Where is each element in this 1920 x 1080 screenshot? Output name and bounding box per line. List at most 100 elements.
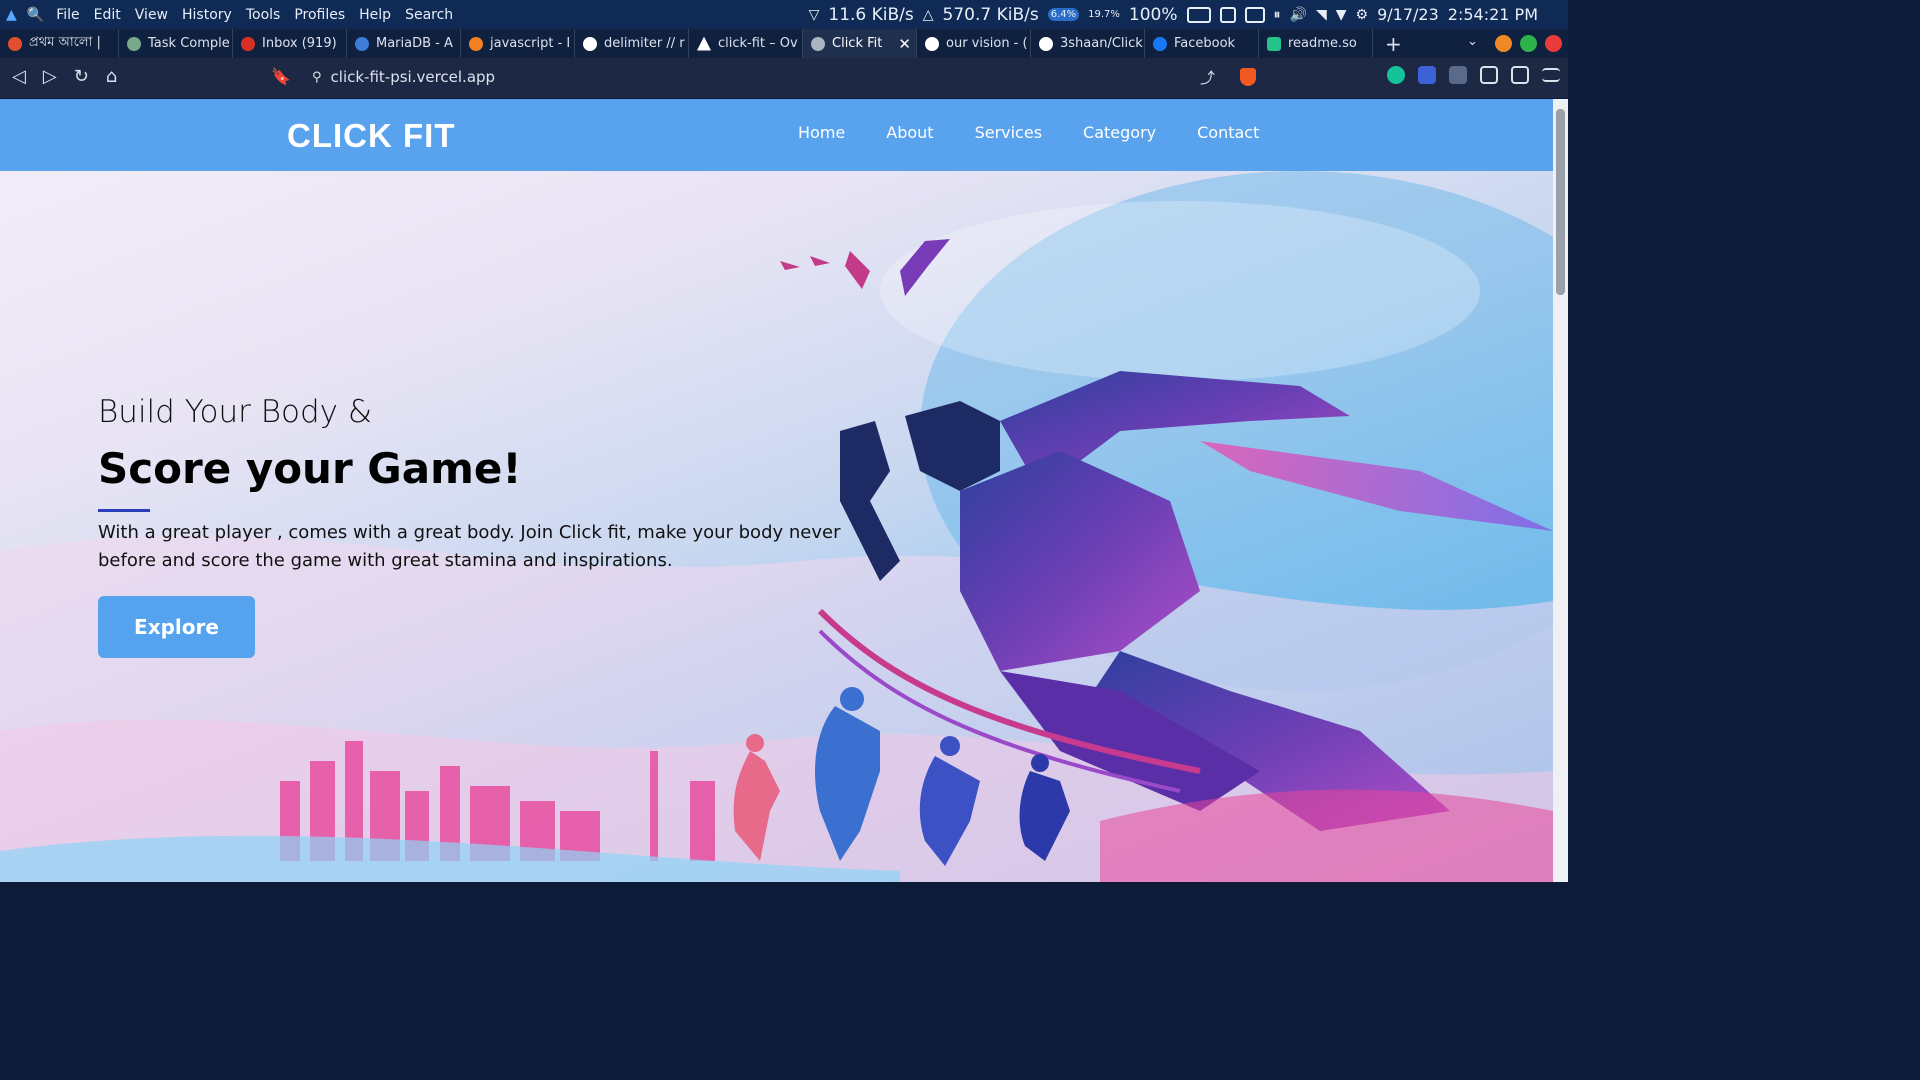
- app-launcher-icon[interactable]: ▲: [6, 7, 17, 23]
- site-navbar: CLICK FIT Home About Services Category C…: [0, 99, 1553, 171]
- window-close-button[interactable]: [1545, 35, 1562, 52]
- hero-paragraph: With a great player , comes with a great…: [98, 522, 841, 571]
- web-page: CLICK FIT Home About Services Category C…: [0, 99, 1553, 882]
- nav-about[interactable]: About: [886, 123, 933, 142]
- tab-github[interactable]: 3shaan/Click: [1031, 29, 1145, 58]
- menu-history[interactable]: History: [182, 7, 232, 23]
- browser-toolbar: ◁ ▷ ↻ ⌂ 🔖 ⚲ click-fit-psi.vercel.app ⤴: [0, 58, 1568, 98]
- new-tab-icon[interactable]: +: [1385, 32, 1402, 56]
- menu-help[interactable]: Help: [359, 7, 391, 23]
- search-icon[interactable]: 🔍: [27, 7, 44, 23]
- menu-search[interactable]: Search: [405, 7, 453, 23]
- address-bar[interactable]: ⚲ click-fit-psi.vercel.app: [312, 68, 495, 86]
- tab-chatgpt[interactable]: Task Comple: [119, 29, 233, 58]
- keyboard-icon[interactable]: [1244, 6, 1265, 23]
- site-settings-icon[interactable]: ⚲: [312, 70, 322, 85]
- stackoverflow-icon: [469, 36, 483, 51]
- mariadb-icon: [355, 36, 369, 51]
- menu-view[interactable]: View: [135, 7, 168, 23]
- google-icon: [583, 36, 597, 51]
- date: 9/17/23: [1377, 5, 1439, 24]
- tab-google-delimiter[interactable]: delimiter // r: [575, 29, 689, 58]
- site-nav-links: Home About Services Category Contact: [798, 123, 1259, 142]
- tab-vercel[interactable]: click-fit – Ov: [689, 29, 803, 58]
- forward-icon[interactable]: ▷: [43, 66, 57, 87]
- net-up-speed: 570.7 KiB/s: [942, 4, 1039, 25]
- gmail-icon: [241, 36, 255, 51]
- back-icon[interactable]: ◁: [12, 66, 26, 87]
- tab-gmail[interactable]: Inbox (919): [233, 29, 347, 58]
- menu-tools[interactable]: Tools: [246, 7, 281, 23]
- shield-ext-icon[interactable]: [1418, 66, 1436, 84]
- home-icon[interactable]: ⌂: [106, 66, 117, 87]
- puzzle-icon[interactable]: [1480, 66, 1498, 84]
- spy-ext-icon[interactable]: [1449, 66, 1467, 84]
- site-logo[interactable]: CLICK FIT: [287, 117, 455, 155]
- tab-title: delimiter // r: [604, 36, 685, 51]
- nav-contact[interactable]: Contact: [1197, 123, 1259, 142]
- brave-shield-icon[interactable]: [1240, 68, 1256, 86]
- hamburger-menu-icon[interactable]: [1542, 68, 1560, 82]
- tab-stackoverflow[interactable]: javascript - I: [461, 29, 575, 58]
- bookmark-icon[interactable]: 🔖: [271, 67, 291, 86]
- battery-level: 100%: [1128, 4, 1178, 25]
- nav-category[interactable]: Category: [1083, 123, 1156, 142]
- globe-icon: [811, 36, 825, 51]
- heading-underline: [98, 509, 150, 512]
- pause-icon[interactable]: ⏸: [1274, 7, 1281, 23]
- app-menu-bar: ▲ 🔍 File Edit View History Tools Profile…: [0, 0, 467, 29]
- share-icon[interactable]: ⤴: [1200, 67, 1215, 88]
- nav-buttons: ◁ ▷ ↻ ⌂: [12, 66, 117, 87]
- google-icon: [925, 36, 939, 51]
- news-icon: [8, 36, 22, 51]
- tab-list-chevron-icon[interactable]: ⌄: [1467, 34, 1478, 49]
- wifi-icon[interactable]: ◥: [1316, 7, 1327, 23]
- chatgpt-icon: [127, 36, 141, 51]
- menu-file[interactable]: File: [56, 7, 79, 23]
- volume-icon[interactable]: 🔊: [1290, 7, 1307, 23]
- tab-prothomalo[interactable]: প্রথম আলো |: [0, 29, 119, 58]
- tab-title: প্রথম আলো |: [29, 35, 101, 50]
- tab-readme[interactable]: readme.so: [1259, 29, 1373, 58]
- chevron-down-icon[interactable]: ▼: [1336, 7, 1347, 23]
- hero-heading-line1: Build Your Body &: [98, 394, 373, 430]
- url-text[interactable]: click-fit-psi.vercel.app: [331, 68, 496, 86]
- hero-heading-line2: Score your Game!: [98, 444, 522, 493]
- nav-home[interactable]: Home: [798, 123, 845, 142]
- readme-icon: [1267, 36, 1281, 51]
- vercel-icon: [697, 36, 711, 51]
- mem-usage: 19.7%: [1088, 9, 1120, 20]
- clipboard-icon[interactable]: [1219, 6, 1236, 23]
- grammarly-icon[interactable]: [1387, 66, 1405, 84]
- tab-title: Inbox (919): [262, 36, 337, 51]
- scrollbar-thumb[interactable]: [1556, 109, 1565, 295]
- menu-profiles[interactable]: Profiles: [294, 7, 345, 23]
- hero-section: Build Your Body & Score your Game! With …: [0, 171, 1553, 882]
- nav-services[interactable]: Services: [975, 123, 1042, 142]
- tab-google-vision[interactable]: our vision - (: [917, 29, 1031, 58]
- net-down-speed: 11.6 KiB/s: [828, 4, 914, 25]
- page-scrollbar[interactable]: [1553, 99, 1568, 882]
- close-icon[interactable]: ✕: [898, 35, 911, 53]
- download-arrow-icon: ▽: [808, 6, 820, 23]
- tab-title: click-fit – Ov: [718, 36, 798, 51]
- tab-title: 3shaan/Click: [1060, 36, 1143, 51]
- menu-edit[interactable]: Edit: [94, 7, 121, 23]
- tab-title: MariaDB - A: [376, 36, 453, 51]
- battery-icon[interactable]: [1186, 6, 1211, 23]
- tab-title: javascript - I: [490, 36, 571, 51]
- time: 2:54:21 PM: [1447, 5, 1538, 24]
- gear-icon[interactable]: ⚙: [1356, 7, 1369, 23]
- sidebar-icon[interactable]: [1511, 66, 1529, 84]
- system-top-bar: ▲ 🔍 File Edit View History Tools Profile…: [0, 0, 1568, 29]
- reload-icon[interactable]: ↻: [74, 66, 89, 87]
- tab-facebook[interactable]: Facebook: [1145, 29, 1259, 58]
- upload-arrow-icon: △: [922, 6, 934, 23]
- window-maximize-button[interactable]: [1520, 35, 1537, 52]
- window-minimize-button[interactable]: [1495, 35, 1512, 52]
- explore-button[interactable]: Explore: [98, 596, 255, 658]
- tab-click-fit[interactable]: Click Fit ✕: [803, 29, 917, 58]
- github-icon: [1039, 36, 1053, 51]
- tab-mariadb[interactable]: MariaDB - A: [347, 29, 461, 58]
- tab-title: Task Comple: [148, 36, 230, 51]
